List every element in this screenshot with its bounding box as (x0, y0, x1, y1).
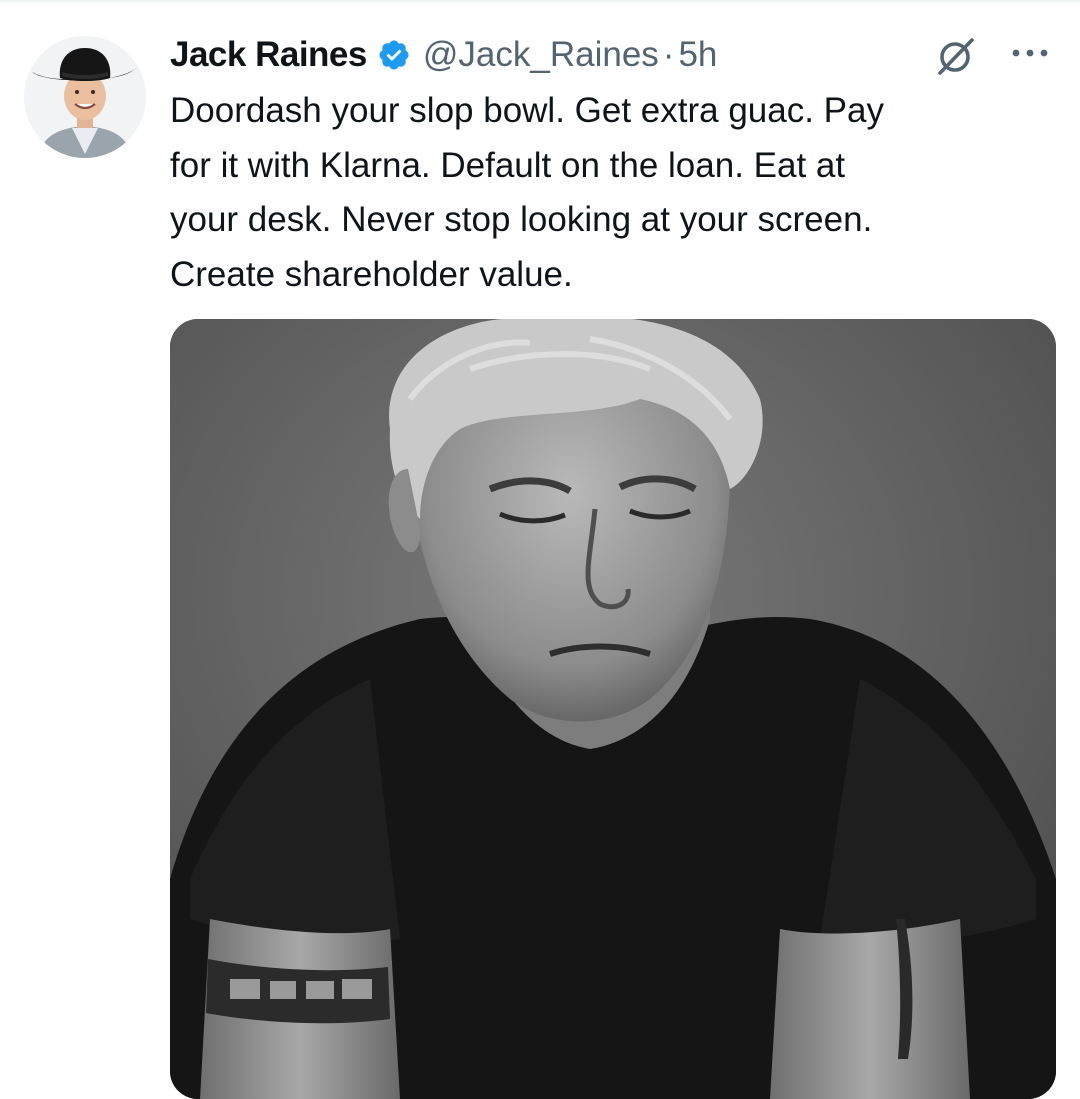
tweet-media-photo[interactable] (170, 319, 1056, 1099)
grok-icon[interactable] (936, 36, 976, 76)
tweet-timestamp[interactable]: 5h (678, 35, 717, 75)
tweet[interactable]: Jack Raines @Jack_Raines · 5h Doordash y… (0, 0, 1080, 1099)
author-display-name[interactable]: Jack Raines (170, 35, 367, 75)
tweet-text: Doordash your slop bowl. Get extra guac.… (170, 91, 884, 294)
more-options-icon[interactable] (1008, 45, 1052, 61)
tweet-header: Jack Raines @Jack_Raines · 5h (170, 30, 717, 80)
separator-dot: · (662, 35, 675, 74)
author-handle[interactable]: @Jack_Raines (423, 35, 659, 75)
portrait-photo (170, 319, 1056, 1099)
verified-badge-icon[interactable] (377, 38, 411, 72)
profile-photo-icon (24, 36, 146, 158)
author-avatar[interactable] (24, 36, 146, 158)
